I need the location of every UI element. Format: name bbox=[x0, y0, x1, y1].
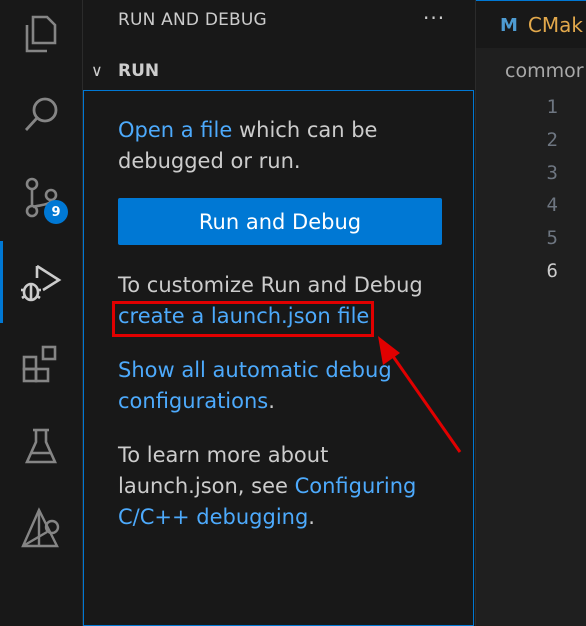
testing-icon bbox=[24, 428, 58, 464]
more-actions-button[interactable]: ··· bbox=[423, 6, 445, 30]
run-section-label: RUN bbox=[118, 61, 160, 81]
run-debug-icon bbox=[21, 264, 62, 302]
run-debug-sidebar: RUN AND DEBUG ··· ∨ RUN Open a file whic… bbox=[83, 0, 476, 626]
extensions-button[interactable] bbox=[0, 323, 82, 405]
line-number: 4 bbox=[546, 194, 558, 216]
customize-text: To customize Run and Debug bbox=[118, 273, 423, 297]
line-number: 2 bbox=[546, 129, 558, 151]
editor-tab-cmake[interactable]: M CMak bbox=[476, 0, 586, 49]
sidebar-title: RUN AND DEBUG bbox=[118, 10, 267, 30]
show-period: . bbox=[268, 389, 275, 413]
source-control-button[interactable] bbox=[0, 156, 82, 238]
activity-bar: 9 bbox=[0, 0, 83, 626]
line-number: 1 bbox=[546, 96, 558, 118]
current-line-number: 6 bbox=[546, 260, 558, 282]
line-number: 5 bbox=[546, 227, 558, 249]
source-control-badge: 9 bbox=[44, 200, 68, 224]
editor[interactable]: commor 1 2 3 4 5 6 bbox=[476, 48, 586, 626]
run-and-debug-button[interactable]: Run and Debug bbox=[118, 198, 442, 245]
open-file-paragraph: Open a file which can be debugged or run… bbox=[118, 115, 438, 177]
cmake-button[interactable] bbox=[0, 487, 82, 569]
line-number: 3 bbox=[546, 162, 558, 184]
explorer-icon bbox=[25, 15, 57, 53]
cmake-icon bbox=[21, 507, 60, 548]
editor-tab-strip: M CMak bbox=[476, 0, 586, 49]
run-panel: Open a file which can be debugged or run… bbox=[83, 90, 474, 626]
cmake-file-icon: M bbox=[500, 14, 518, 36]
learn-period: . bbox=[308, 505, 315, 529]
search-button[interactable] bbox=[0, 74, 82, 156]
search-icon bbox=[24, 97, 58, 131]
run-section-header[interactable]: ∨ RUN bbox=[83, 58, 475, 88]
testing-button[interactable] bbox=[0, 405, 82, 487]
breadcrumb[interactable]: commor bbox=[505, 60, 584, 82]
learn-more-paragraph: To learn more about launch.json, see Con… bbox=[118, 440, 438, 533]
explorer-button[interactable] bbox=[0, 0, 82, 74]
open-file-link[interactable]: Open a file bbox=[118, 118, 232, 142]
annotation-highlight-box bbox=[112, 301, 374, 337]
chevron-down-icon: ∨ bbox=[91, 61, 103, 80]
extensions-icon bbox=[22, 345, 57, 383]
tab-label: CMak bbox=[527, 13, 583, 37]
show-configs-paragraph: Show all automatic debug configurations. bbox=[118, 355, 438, 417]
show-automatic-configs-link[interactable]: Show all automatic debug configurations bbox=[118, 358, 392, 413]
run-debug-button[interactable] bbox=[0, 241, 82, 323]
